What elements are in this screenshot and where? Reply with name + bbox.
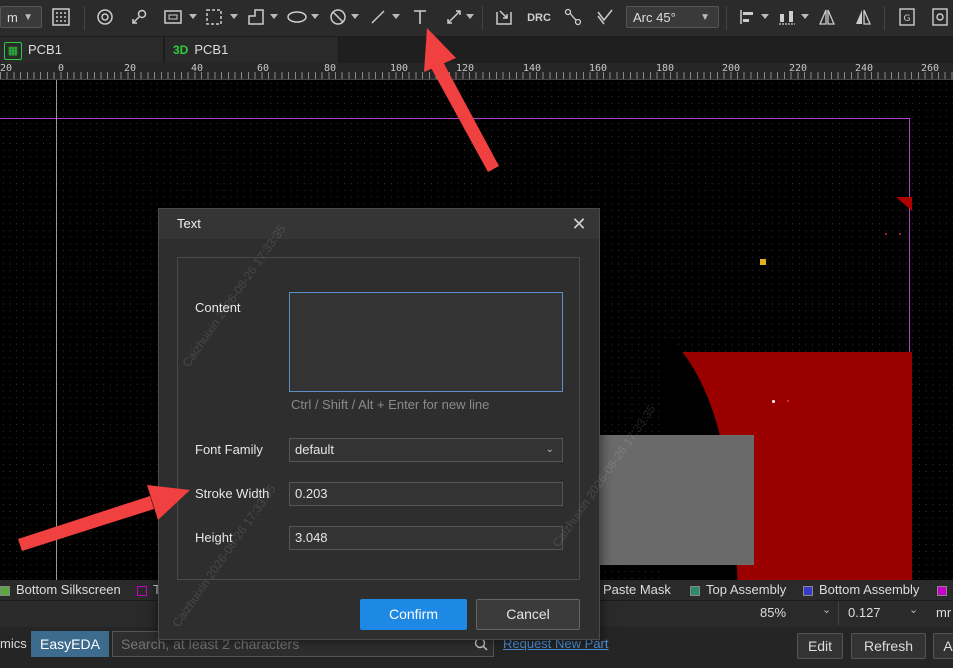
polygon-icon[interactable] (246, 8, 266, 28)
rect-region-icon[interactable] (163, 8, 183, 28)
distribute-icon[interactable] (777, 8, 797, 28)
no-circle-icon[interactable] (328, 8, 348, 28)
diff-pair-icon[interactable] (595, 8, 615, 28)
close-icon[interactable]: ✕ (569, 213, 589, 235)
line-icon[interactable] (368, 8, 388, 28)
origin-axis (56, 80, 57, 580)
layer-bottom-assembly[interactable]: Bottom Assembly (803, 580, 919, 600)
import-icon[interactable] (494, 8, 514, 28)
tab-label: PCB1 (194, 42, 229, 57)
font-family-select[interactable]: default ⌄ (289, 438, 563, 462)
ruler-ticks (0, 72, 953, 79)
toolbar-separator (726, 6, 727, 30)
layer-color-swatch (937, 585, 947, 596)
chevron-down-icon[interactable] (189, 14, 197, 19)
chevron-down-icon[interactable] (311, 14, 319, 19)
pin-icon[interactable] (129, 8, 149, 28)
flip-icon[interactable] (817, 8, 837, 28)
layer-label: Bottom Silkscreen (16, 582, 121, 597)
edit-button[interactable]: Edit (797, 633, 843, 659)
chevron-down-icon[interactable] (230, 14, 238, 19)
text-icon[interactable] (410, 8, 430, 28)
confirm-button[interactable]: Confirm (360, 599, 467, 630)
chevron-down-icon: ⌄ (909, 604, 919, 616)
grid-size-select[interactable]: 0.127 ⌄ (838, 601, 927, 625)
refresh-button[interactable]: Refresh (851, 633, 926, 659)
toolbar-separator (884, 6, 885, 30)
via-marker (787, 400, 789, 402)
layer-color-swatch (803, 585, 813, 596)
chevron-down-icon: ▼ (700, 12, 710, 23)
layer-color-swatch (137, 585, 147, 596)
chevron-down-icon[interactable] (466, 14, 474, 19)
unit-select[interactable]: m ▼ (0, 6, 42, 28)
layer-more[interactable] (937, 580, 953, 600)
font-family-label: Font Family (195, 442, 263, 457)
more-button[interactable]: A (933, 633, 953, 659)
layer-bottom-silkscreen[interactable]: Bottom Silkscreen (0, 580, 121, 600)
gerber-icon[interactable]: G (897, 8, 917, 28)
layer-label: Paste Mask (603, 582, 671, 597)
main-toolbar: m ▼ DRC Arc 45° ▼ G (0, 0, 953, 37)
layer-paste-mask[interactable]: Paste Mask (603, 580, 671, 600)
dimension-icon[interactable] (444, 8, 464, 28)
grid-icon[interactable] (51, 8, 71, 28)
mirror-icon[interactable] (853, 8, 873, 28)
chevron-down-icon[interactable] (351, 14, 359, 19)
content-hint: Ctrl / Shift / Alt + Enter for new line (291, 397, 490, 412)
layer-top-assembly[interactable]: Top Assembly (690, 580, 786, 600)
pcb-3d-icon: 3D (173, 43, 189, 57)
document-tabs: ▦ PCB1 3D PCB1 (0, 37, 953, 63)
align-icon[interactable] (738, 8, 758, 28)
route-icon[interactable] (563, 8, 583, 28)
font-family-value: default (295, 442, 335, 457)
layer-label: Top Assembly (706, 582, 787, 597)
drc-icon[interactable]: DRC (527, 8, 551, 28)
tab-easyeda[interactable]: EasyEDA (31, 631, 109, 657)
arc-mode-value: Arc 45° (633, 10, 676, 25)
via-marker (772, 400, 775, 403)
unit-display: mr (936, 605, 952, 620)
chevron-down-icon: ▼ (23, 12, 33, 23)
layer-label: Bottom Assembly (819, 582, 920, 597)
tab-pcb1-3d[interactable]: 3D PCB1 (165, 37, 339, 63)
via-marker (899, 233, 901, 235)
chevron-down-icon: ⌄ (545, 444, 554, 455)
pcb-2d-icon: ▦ (4, 41, 22, 60)
horizontal-ruler: 20 0 20 40 60 80 100 120 140 160 180 200… (0, 63, 953, 80)
via-marker (885, 233, 887, 235)
pad[interactable] (760, 259, 766, 265)
height-input[interactable]: 3.048 (289, 526, 563, 550)
text-dialog: Text ✕ Content Ctrl / Shift / Alt + Ente… (158, 208, 659, 640)
tab-label: PCB1 (28, 42, 62, 57)
tab-schematics[interactable]: mics (0, 636, 27, 651)
layer-color-swatch (690, 585, 700, 596)
unit-select-value: m (7, 10, 18, 25)
settings-icon[interactable] (930, 8, 950, 28)
chevron-down-icon[interactable]: ⌄ (822, 603, 831, 616)
select-region-icon[interactable] (204, 8, 224, 28)
dialog-title: Text (177, 216, 201, 231)
ellipse-icon[interactable] (286, 8, 308, 28)
chevron-down-icon[interactable] (761, 14, 769, 19)
zoom-level: 85% (760, 605, 787, 620)
grid-size-value: 0.127 (848, 605, 881, 620)
arc-mode-select[interactable]: Arc 45° ▼ (626, 6, 719, 28)
toolbar-separator (84, 6, 85, 30)
layer-color-swatch (0, 585, 10, 596)
via-icon[interactable] (95, 8, 115, 28)
chevron-down-icon[interactable] (392, 14, 400, 19)
content-textarea[interactable] (289, 292, 563, 392)
tab-pcb1-2d[interactable]: ▦ PCB1 (0, 37, 164, 63)
chevron-down-icon[interactable] (801, 14, 809, 19)
chevron-down-icon[interactable] (270, 14, 278, 19)
stroke-width-input[interactable]: 0.203 (289, 482, 563, 506)
toolbar-separator (482, 6, 483, 30)
dialog-header[interactable]: Text ✕ (159, 209, 599, 239)
cancel-button[interactable]: Cancel (476, 599, 580, 630)
svg-text:G: G (904, 14, 911, 24)
